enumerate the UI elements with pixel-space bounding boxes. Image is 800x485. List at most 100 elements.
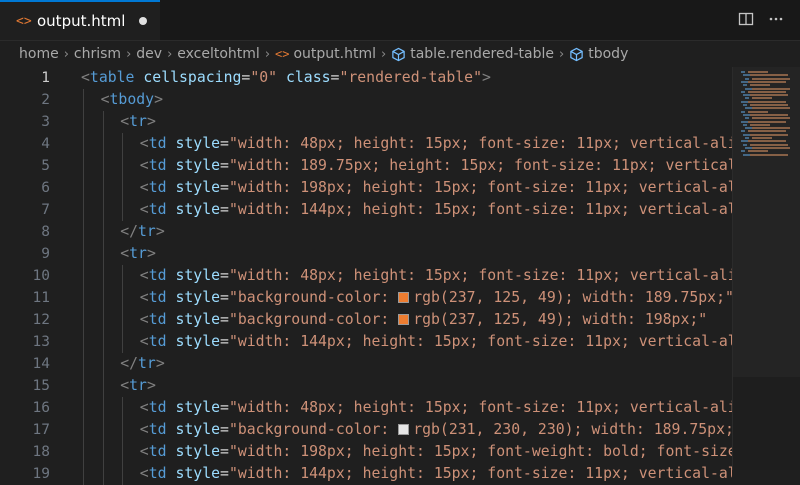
code-token: tr <box>129 113 147 130</box>
split-editor-icon[interactable] <box>738 11 754 27</box>
code-line[interactable]: <td style="width: 189.75px; height: 15px… <box>81 155 732 177</box>
code-token: < <box>139 333 149 350</box>
code-token: > <box>154 91 163 108</box>
line-number: 15 <box>32 378 50 394</box>
breadcrumb-item[interactable]: chrism <box>74 46 121 62</box>
code-token: < <box>120 377 130 394</box>
code-token: < <box>139 289 149 306</box>
code-token: cellspacing <box>143 69 242 86</box>
code-line[interactable]: <tr> <box>81 375 732 397</box>
code-line[interactable]: </tr> <box>81 353 732 375</box>
code-token: < <box>139 179 149 196</box>
code-token: style <box>175 289 221 306</box>
code-token: < <box>120 113 130 130</box>
indent-guide <box>83 375 84 397</box>
minimap-line <box>743 84 747 87</box>
minimap-line <box>752 107 790 110</box>
breadcrumb-item[interactable]: table.rendered-table <box>410 46 554 62</box>
code-line[interactable]: <td style="width: 144px; height: 15px; f… <box>81 463 732 485</box>
code-token: > <box>481 69 491 86</box>
minimap-line <box>745 97 749 100</box>
code-token: = <box>220 333 229 350</box>
code-line[interactable]: <td style="background-color: rgb(237, 12… <box>81 287 732 309</box>
breadcrumb-item[interactable]: dev <box>136 46 162 62</box>
minimap-line <box>748 100 786 103</box>
minimap[interactable] <box>732 67 800 470</box>
indent-guide <box>83 199 84 221</box>
minimap-line <box>748 140 786 143</box>
breadcrumb-separator-icon: › <box>126 46 132 62</box>
code-line[interactable]: <td style="width: 144px; height: 15px; f… <box>81 199 732 221</box>
line-number: 4 <box>41 136 50 152</box>
indent-guide <box>122 177 124 199</box>
indent-guide <box>122 463 124 485</box>
minimap-line <box>752 97 772 100</box>
code-line[interactable]: <tbody> <box>81 89 732 111</box>
indent-guide <box>122 199 124 221</box>
indent-guide <box>83 89 84 111</box>
code-token: > <box>146 113 156 130</box>
code-token: td <box>148 311 167 328</box>
minimap-line <box>745 77 749 80</box>
minimap-line <box>741 71 745 73</box>
line-number: 5 <box>41 158 50 174</box>
minimap-line <box>750 143 788 146</box>
code-line[interactable]: <td style="width: 48px; height: 15px; fo… <box>81 397 732 419</box>
code-token: td <box>148 421 167 438</box>
code-area[interactable]: <table cellspacing="0" class="rendered-t… <box>81 67 732 485</box>
breadcrumb-item[interactable]: exceltohtml <box>177 46 260 62</box>
code-token: "width: 48px; height: 15px; font-size: 1… <box>228 267 732 284</box>
minimap-line <box>741 100 748 103</box>
minimap-line <box>748 120 786 123</box>
indent-guide <box>102 287 104 309</box>
breadcrumb-item[interactable]: tbody <box>588 46 628 62</box>
minimap-line <box>743 104 747 106</box>
tab-bar: <> output.html <box>0 0 800 41</box>
code-line[interactable]: <table cellspacing="0" class="rendered-t… <box>81 67 732 89</box>
code-line[interactable]: <td style="width: 198px; height: 15px; f… <box>81 441 732 463</box>
code-token: style <box>175 333 221 350</box>
code-line[interactable]: <tr> <box>81 111 732 133</box>
code-line[interactable]: <td style="width: 144px; height: 15px; f… <box>81 331 732 353</box>
minimap-line <box>748 130 786 133</box>
minimap-line <box>745 127 752 130</box>
minimap-line <box>743 74 750 77</box>
line-number: 19 <box>32 466 50 482</box>
line-number-gutter: 1 2 3 4 5 6 7 8 9 10 11 12 13 14 15 16 17 18 19 <box>0 67 60 485</box>
unsaved-changes-dot-icon[interactable] <box>139 17 148 25</box>
code-token: </ <box>120 223 139 240</box>
code-token: = <box>220 179 229 196</box>
minimap-line <box>745 137 749 139</box>
indent-guide <box>83 155 84 177</box>
minimap-line <box>743 94 750 97</box>
breadcrumb-item[interactable]: home <box>19 46 59 62</box>
color-swatch[interactable] <box>398 292 410 303</box>
code-token: style <box>175 157 221 174</box>
more-actions-icon[interactable] <box>768 11 784 27</box>
color-swatch[interactable] <box>398 314 410 325</box>
color-swatch[interactable] <box>398 424 410 435</box>
breadcrumb-item[interactable]: output.html <box>293 46 376 62</box>
code-token: "background-color: <box>228 289 399 306</box>
indent-guide <box>83 221 84 243</box>
code-editor[interactable]: 1 2 3 4 5 6 7 8 9 10 11 12 13 14 15 16 17 18 19 <table cel… <box>0 67 800 485</box>
minimap-line <box>750 94 788 97</box>
symbol-field-icon <box>569 47 584 62</box>
code-line[interactable]: <td style="background-color: rgb(231, 23… <box>81 419 732 441</box>
code-line[interactable]: <td style="width: 48px; height: 15px; fo… <box>81 133 732 155</box>
code-line[interactable]: <td style="background-color: rgb(237, 12… <box>81 309 732 331</box>
indent-guide <box>83 287 84 309</box>
code-token: tbody <box>109 91 155 108</box>
indent-guide <box>83 265 84 287</box>
code-line[interactable]: <td style="width: 198px; height: 15px; f… <box>81 177 732 199</box>
code-line[interactable]: <td style="width: 48px; height: 15px; fo… <box>81 265 732 287</box>
indent-guide <box>102 441 104 463</box>
code-line[interactable]: </tr> <box>81 221 732 243</box>
indent-guide <box>102 353 104 375</box>
code-token: "width: 144px; height: 15px; font-size: … <box>228 465 732 482</box>
code-token: < <box>139 421 149 438</box>
minimap-line <box>743 133 750 136</box>
tab-output-html[interactable]: <> output.html <box>0 0 160 40</box>
code-line[interactable]: <tr> <box>81 243 732 265</box>
minimap-line <box>745 87 752 90</box>
